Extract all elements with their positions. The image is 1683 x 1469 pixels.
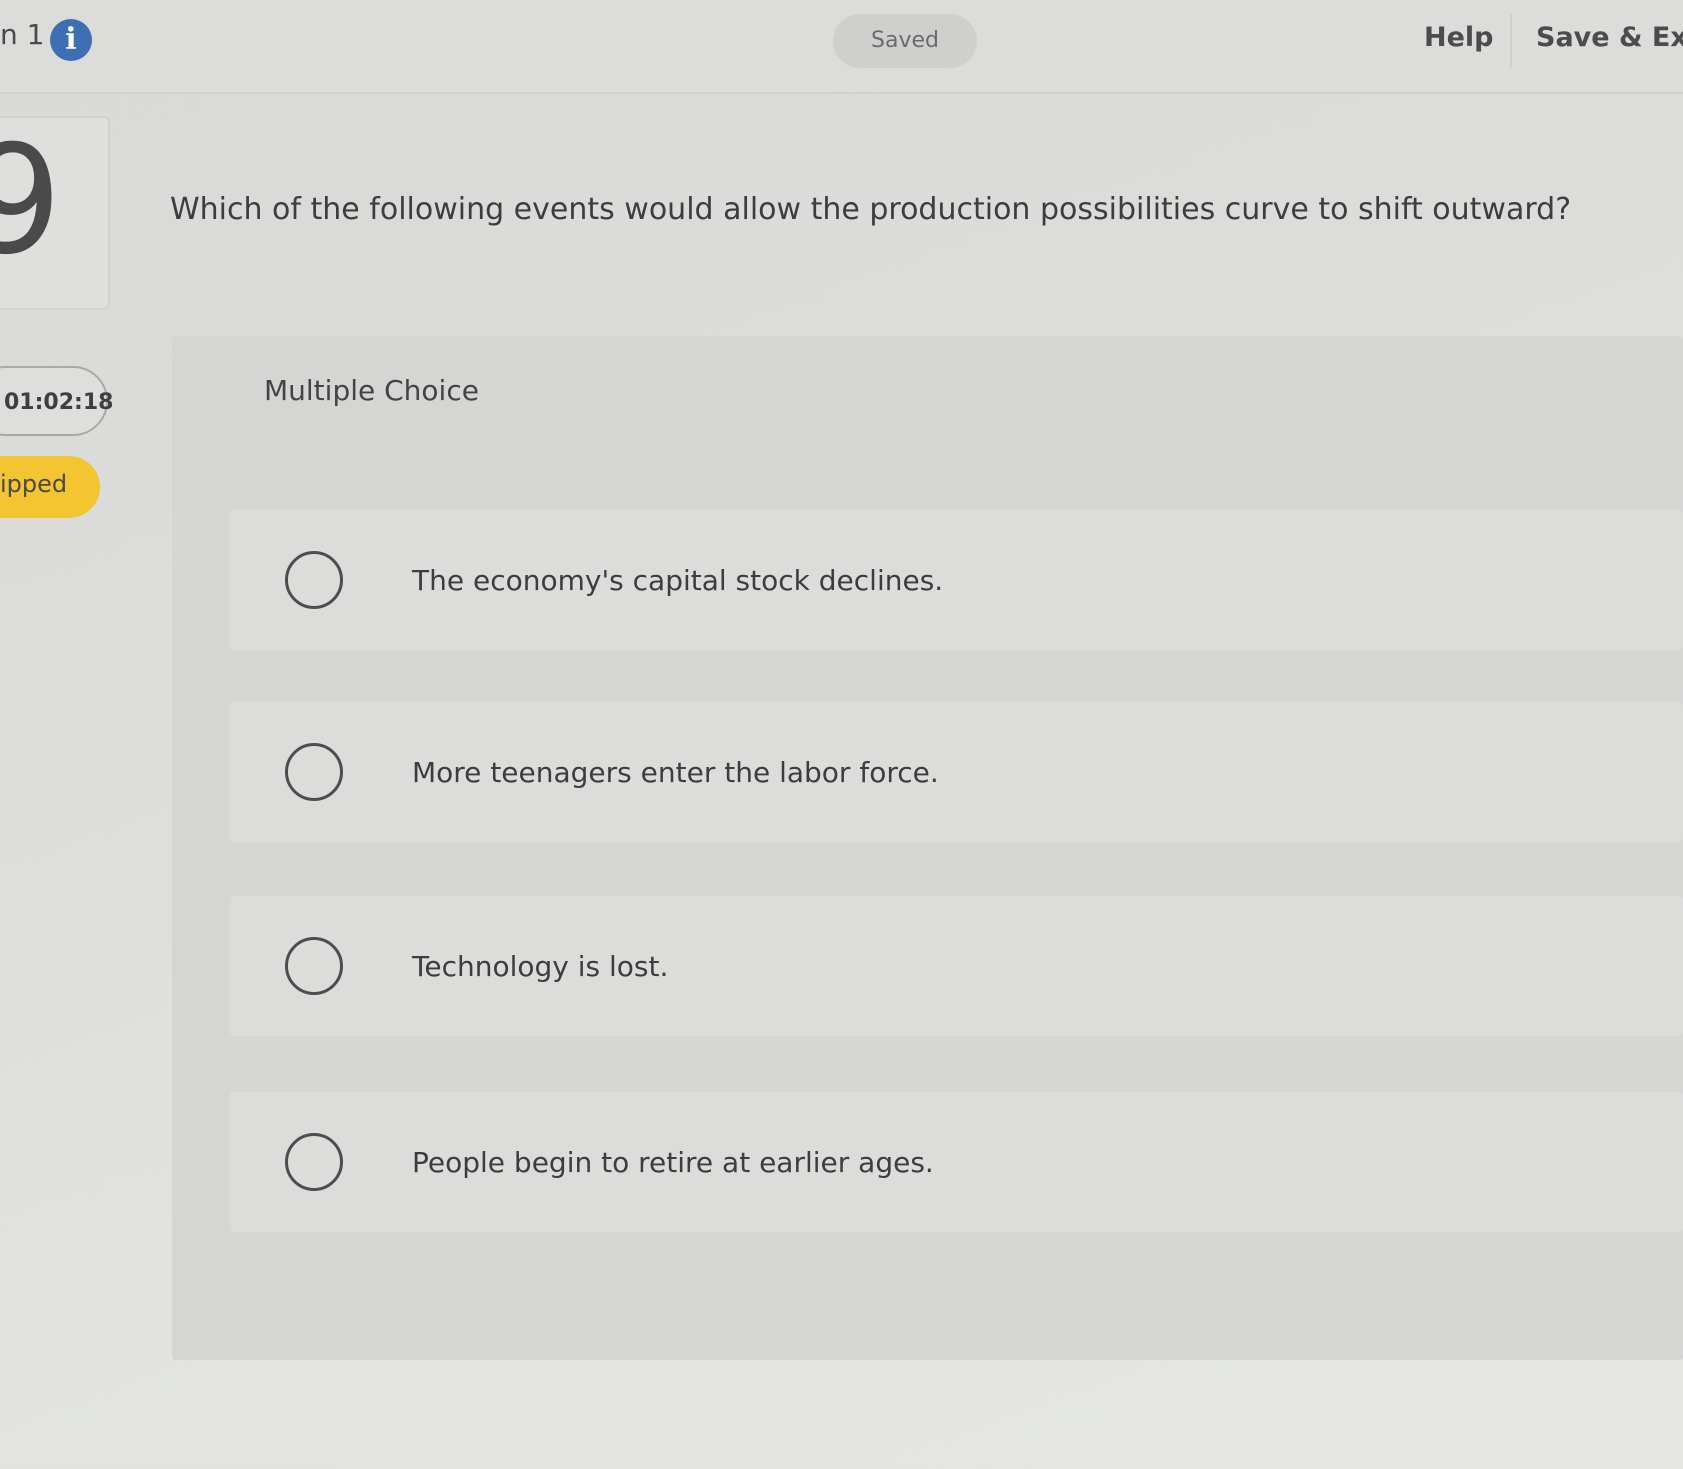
radio-unchecked-icon[interactable] [285, 551, 343, 609]
answer-choice-4[interactable]: People begin to retire at earlier ages. [230, 1092, 1683, 1232]
save-exit-button[interactable]: Save & Exit [1536, 22, 1683, 53]
skipped-status-label: ipped [0, 470, 68, 498]
answer-choice-3[interactable]: Technology is lost. [230, 896, 1683, 1036]
question-number: 9 [0, 126, 62, 276]
radio-unchecked-icon[interactable] [285, 1133, 343, 1191]
question-number-card: 9 [0, 116, 110, 310]
answer-choice-label: The economy's capital stock declines. [412, 564, 944, 597]
answer-choice-label: People begin to retire at earlier ages. [412, 1146, 934, 1179]
question-type-label: Multiple Choice [264, 374, 479, 407]
answer-choice-1[interactable]: The economy's capital stock declines. [230, 510, 1683, 650]
top-bar: n 1 i Saved Help Save & Exit [0, 0, 1683, 94]
topbar-divider [1510, 14, 1512, 68]
timer-text: 01:02:18 [4, 390, 114, 415]
answer-choice-2[interactable]: More teenagers enter the labor force. [230, 702, 1683, 842]
answer-choice-label: Technology is lost. [412, 950, 669, 983]
saved-status-badge: Saved [833, 14, 977, 68]
answer-choice-label: More teenagers enter the labor force. [412, 756, 939, 789]
question-prompt: Which of the following events would allo… [170, 192, 1572, 227]
radio-unchecked-icon[interactable] [285, 743, 343, 801]
assignment-name: n 1 [0, 18, 45, 51]
radio-unchecked-icon[interactable] [285, 937, 343, 995]
help-button[interactable]: Help [1424, 22, 1494, 53]
info-icon[interactable]: i [50, 19, 92, 61]
